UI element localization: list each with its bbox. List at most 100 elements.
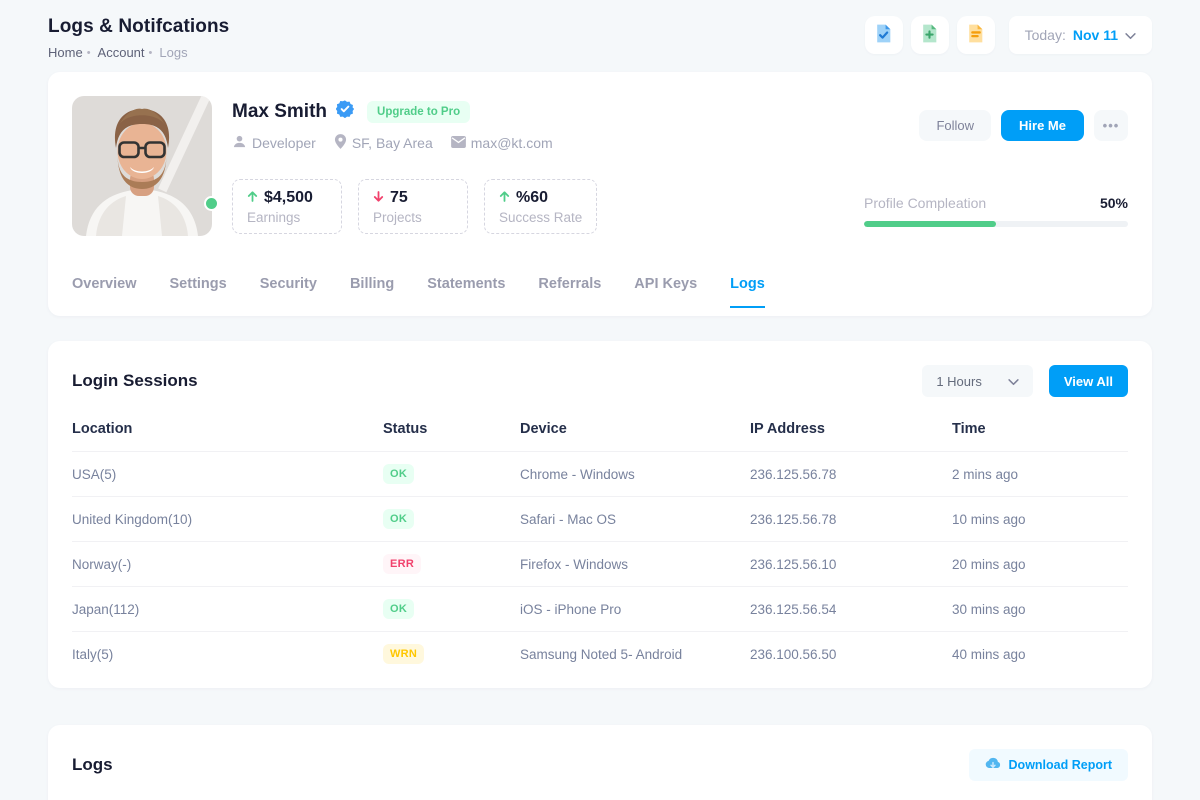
profile-stats: $4,500 Earnings 75 Projects bbox=[232, 179, 864, 234]
tab-security[interactable]: Security bbox=[260, 268, 317, 308]
progress-value: 50% bbox=[1100, 195, 1128, 211]
status-badge: WRN bbox=[383, 644, 424, 664]
col-ip-address: IP Address bbox=[750, 421, 952, 437]
cell-device: Samsung Noted 5- Android bbox=[520, 647, 750, 662]
stat-label: Success Rate bbox=[499, 210, 582, 225]
hours-filter-select[interactable]: 1 Hours bbox=[922, 365, 1033, 397]
breadcrumb-separator: • bbox=[149, 47, 153, 59]
file-check-icon bbox=[873, 23, 894, 47]
arrow-down-icon bbox=[373, 189, 384, 207]
chevron-down-icon bbox=[1008, 374, 1019, 389]
location-label: SF, Bay Area bbox=[352, 135, 433, 151]
view-all-button[interactable]: View All bbox=[1049, 365, 1128, 397]
breadcrumb-home[interactable]: Home bbox=[48, 45, 83, 60]
cell-ip: 236.125.56.78 bbox=[750, 467, 952, 482]
cloud-download-icon bbox=[985, 757, 1001, 773]
title-block: Logs & Notifcations Home • Account • Logs bbox=[48, 16, 229, 60]
email-item: max@kt.com bbox=[451, 135, 553, 151]
cell-time: 40 mins ago bbox=[952, 647, 1128, 662]
upgrade-pro-badge[interactable]: Upgrade to Pro bbox=[367, 101, 470, 123]
stat-label: Projects bbox=[373, 210, 453, 225]
stat-earnings: $4,500 Earnings bbox=[232, 179, 342, 234]
profile-completion: Profile Compleation 50% bbox=[864, 195, 1128, 227]
mail-icon bbox=[451, 135, 466, 151]
date-selector[interactable]: Today: Nov 11 bbox=[1009, 16, 1152, 54]
col-device: Device bbox=[520, 421, 750, 437]
stat-success-rate: %60 Success Rate bbox=[484, 179, 597, 234]
status-badge: OK bbox=[383, 464, 414, 484]
cell-time: 2 mins ago bbox=[952, 467, 1128, 482]
stat-value: 75 bbox=[390, 189, 408, 207]
arrow-up-icon bbox=[499, 189, 510, 207]
profile-right-panel: Follow Hire Me ••• Profile Compleation 5… bbox=[864, 96, 1128, 236]
file-plus-button[interactable] bbox=[911, 16, 949, 54]
col-status: Status bbox=[383, 421, 520, 437]
verified-badge-icon bbox=[336, 100, 354, 123]
cell-location: Italy(5) bbox=[72, 647, 383, 662]
user-icon bbox=[232, 134, 247, 152]
stat-label: Earnings bbox=[247, 210, 327, 225]
table-row[interactable]: United Kingdom(10) OK Safari - Mac OS 23… bbox=[72, 497, 1128, 542]
cell-device: iOS - iPhone Pro bbox=[520, 602, 750, 617]
cell-device: Firefox - Windows bbox=[520, 557, 750, 572]
file-lines-icon bbox=[965, 23, 986, 47]
table-row[interactable]: Norway(-) ERR Firefox - Windows 236.125.… bbox=[72, 542, 1128, 587]
user-name: Max Smith bbox=[232, 101, 327, 123]
profile-meta: Developer SF, Bay Area max@kt.com bbox=[232, 134, 864, 152]
progress-bar-fill bbox=[864, 221, 996, 227]
cell-ip: 236.100.56.50 bbox=[750, 647, 952, 662]
breadcrumb-account[interactable]: Account bbox=[98, 45, 145, 60]
download-report-button[interactable]: Download Report bbox=[969, 749, 1128, 781]
sessions-table: Location Status Device IP Address Time U… bbox=[72, 415, 1128, 676]
tab-billing[interactable]: Billing bbox=[350, 268, 394, 308]
page: Logs & Notifcations Home • Account • Logs bbox=[0, 0, 1200, 800]
role-item: Developer bbox=[232, 134, 316, 152]
breadcrumb-logs: Logs bbox=[159, 45, 187, 60]
col-location: Location bbox=[72, 421, 383, 437]
cell-location: Japan(112) bbox=[72, 602, 383, 617]
tab-overview[interactable]: Overview bbox=[72, 268, 137, 308]
cell-location: USA(5) bbox=[72, 467, 383, 482]
avatar bbox=[72, 96, 212, 236]
status-badge: OK bbox=[383, 509, 414, 529]
stat-value: $4,500 bbox=[264, 189, 313, 207]
follow-button[interactable]: Follow bbox=[919, 110, 991, 141]
tab-logs[interactable]: Logs bbox=[730, 268, 765, 308]
cell-device: Safari - Mac OS bbox=[520, 512, 750, 527]
cell-ip: 236.125.56.10 bbox=[750, 557, 952, 572]
table-row[interactable]: Japan(112) OK iOS - iPhone Pro 236.125.5… bbox=[72, 587, 1128, 632]
status-badge: OK bbox=[383, 599, 414, 619]
file-lines-button[interactable] bbox=[957, 16, 995, 54]
profile-info: Max Smith Upgrade to Pro Developer SF, B… bbox=[232, 96, 864, 236]
logs-title: Logs bbox=[72, 755, 113, 775]
ellipsis-icon: ••• bbox=[1103, 118, 1120, 133]
table-row[interactable]: USA(5) OK Chrome - Windows 236.125.56.78… bbox=[72, 452, 1128, 497]
role-label: Developer bbox=[252, 135, 316, 151]
sessions-title: Login Sessions bbox=[72, 371, 198, 391]
file-check-button[interactable] bbox=[865, 16, 903, 54]
profile-card: Max Smith Upgrade to Pro Developer SF, B… bbox=[48, 72, 1152, 316]
arrow-up-icon bbox=[247, 189, 258, 207]
tab-referrals[interactable]: Referrals bbox=[538, 268, 601, 308]
progress-bar bbox=[864, 221, 1128, 227]
stat-projects: 75 Projects bbox=[358, 179, 468, 234]
breadcrumb-separator: • bbox=[87, 47, 91, 59]
hire-me-button[interactable]: Hire Me bbox=[1001, 110, 1084, 141]
profile-tabs: Overview Settings Security Billing State… bbox=[72, 268, 1128, 308]
tab-api-keys[interactable]: API Keys bbox=[634, 268, 697, 308]
location-item: SF, Bay Area bbox=[334, 134, 433, 152]
cell-location: Norway(-) bbox=[72, 557, 383, 572]
cell-time: 30 mins ago bbox=[952, 602, 1128, 617]
location-pin-icon bbox=[334, 134, 347, 152]
page-title: Logs & Notifcations bbox=[48, 16, 229, 38]
table-row[interactable]: Italy(5) WRN Samsung Noted 5- Android 23… bbox=[72, 632, 1128, 676]
cell-device: Chrome - Windows bbox=[520, 467, 750, 482]
tab-statements[interactable]: Statements bbox=[427, 268, 505, 308]
online-status-dot bbox=[204, 196, 219, 211]
more-options-button[interactable]: ••• bbox=[1094, 110, 1128, 141]
download-report-label: Download Report bbox=[1009, 758, 1112, 772]
topbar-actions: Today: Nov 11 bbox=[865, 16, 1152, 54]
date-value: Nov 11 bbox=[1073, 27, 1118, 43]
login-sessions-card: Login Sessions 1 Hours View All Location… bbox=[48, 341, 1152, 688]
tab-settings[interactable]: Settings bbox=[170, 268, 227, 308]
